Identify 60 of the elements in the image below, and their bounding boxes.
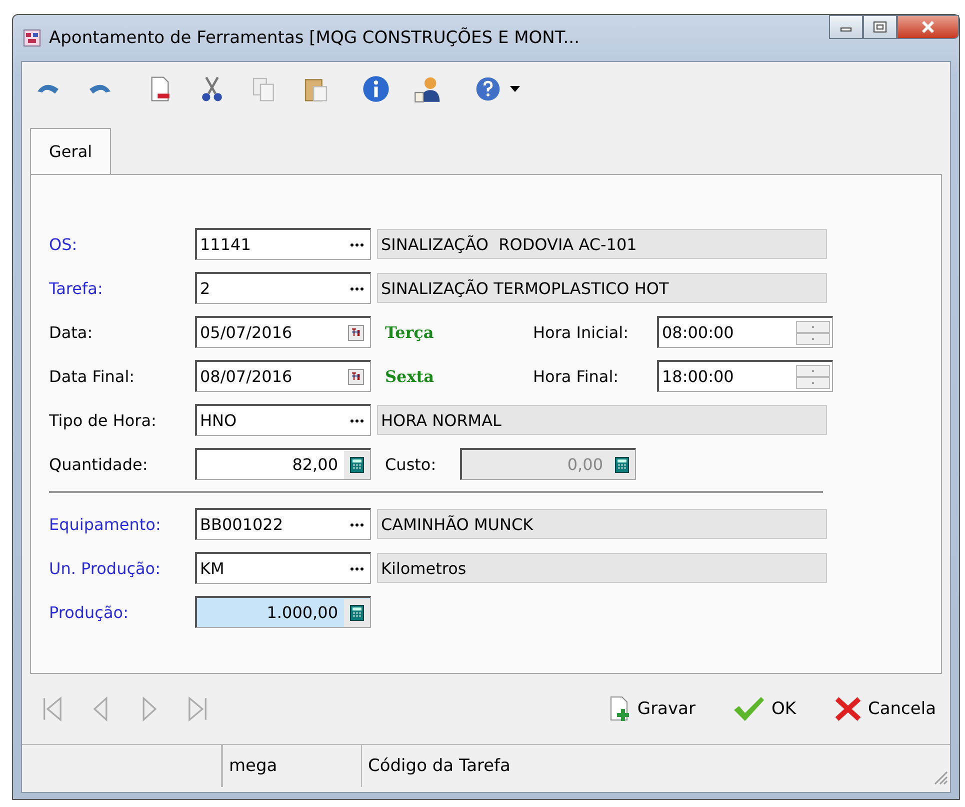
- help-icon[interactable]: [474, 75, 502, 103]
- resize-grip-icon[interactable]: [932, 769, 948, 785]
- status-user: mega: [222, 745, 362, 787]
- weekday-label: Sexta: [385, 366, 436, 386]
- ellipsis-icon[interactable]: [350, 522, 364, 526]
- close-icon: [920, 20, 936, 34]
- time-field[interactable]: 08:00:00: [657, 316, 833, 348]
- cancel-button[interactable]: Cancela: [828, 692, 942, 726]
- field-label: OS:: [49, 234, 78, 254]
- description-field: SINALIZAÇÃO TERMOPLASTICO HOT: [377, 273, 827, 303]
- field-label: Hora Final:: [533, 366, 620, 386]
- field-label: Un. Produção:: [49, 558, 162, 578]
- code-field[interactable]: 11141: [195, 228, 371, 260]
- number-field[interactable]: 82,00: [195, 448, 371, 480]
- calendar-icon[interactable]: [348, 324, 364, 340]
- calculator-icon[interactable]: [344, 598, 370, 626]
- save-button[interactable]: Gravar: [603, 692, 702, 726]
- date-field[interactable]: 05/07/2016: [195, 316, 371, 348]
- time-field[interactable]: 18:00:00: [657, 360, 833, 392]
- ellipsis-icon[interactable]: [350, 242, 364, 246]
- description-field: HORA NORMAL: [377, 405, 827, 435]
- field-label: Tipo de Hora:: [49, 410, 158, 430]
- dropdown-arrow-icon[interactable]: [510, 86, 520, 92]
- description-field: SINALIZAÇÃO RODOVIA AC-101: [377, 229, 827, 259]
- field-label: Custo:: [385, 454, 438, 474]
- number-field[interactable]: 1.000,00: [195, 596, 371, 628]
- ellipsis-icon[interactable]: [350, 286, 364, 290]
- minimize-button[interactable]: [829, 15, 863, 39]
- calculator-icon[interactable]: [344, 450, 370, 478]
- ok-button[interactable]: OK: [727, 692, 802, 726]
- window-title: Apontamento de Ferramentas [MQG CONSTRUÇÕES E MONT...: [49, 28, 580, 48]
- field-label: Tarefa:: [49, 278, 104, 298]
- code-field[interactable]: HNO: [195, 404, 371, 436]
- code-field[interactable]: KM: [195, 552, 371, 584]
- ellipsis-icon[interactable]: [350, 566, 364, 570]
- weekday-label: Terça: [385, 322, 435, 342]
- field-label: Hora Inicial:: [533, 322, 630, 342]
- date-field[interactable]: 08/07/2016: [195, 360, 371, 392]
- maximize-button[interactable]: [863, 15, 897, 39]
- user-icon[interactable]: [414, 75, 442, 103]
- field-label: Equipamento:: [49, 514, 162, 534]
- code-field[interactable]: 2: [195, 272, 371, 304]
- close-button[interactable]: [897, 15, 959, 39]
- description-field: CAMINHÃO MUNCK: [377, 509, 827, 539]
- field-label: Produção:: [49, 602, 130, 622]
- code-field[interactable]: BB001022: [195, 508, 371, 540]
- ellipsis-icon[interactable]: [350, 418, 364, 422]
- field-label: Quantidade:: [49, 454, 149, 474]
- info-icon[interactable]: [362, 75, 390, 103]
- status-hint: Código da Tarefa: [367, 755, 512, 778]
- document-add-icon: [609, 696, 632, 722]
- close-icon: [834, 696, 862, 722]
- checkmark-icon: [733, 696, 766, 722]
- field-label: Data Final:: [49, 366, 136, 386]
- field-label: Data:: [49, 322, 94, 342]
- description-field: Kilometros: [377, 553, 827, 583]
- app-icon: [23, 29, 41, 47]
- tab[interactable]: Geral: [30, 128, 112, 174]
- restore-icon: [873, 21, 887, 33]
- calendar-icon[interactable]: [348, 368, 364, 384]
